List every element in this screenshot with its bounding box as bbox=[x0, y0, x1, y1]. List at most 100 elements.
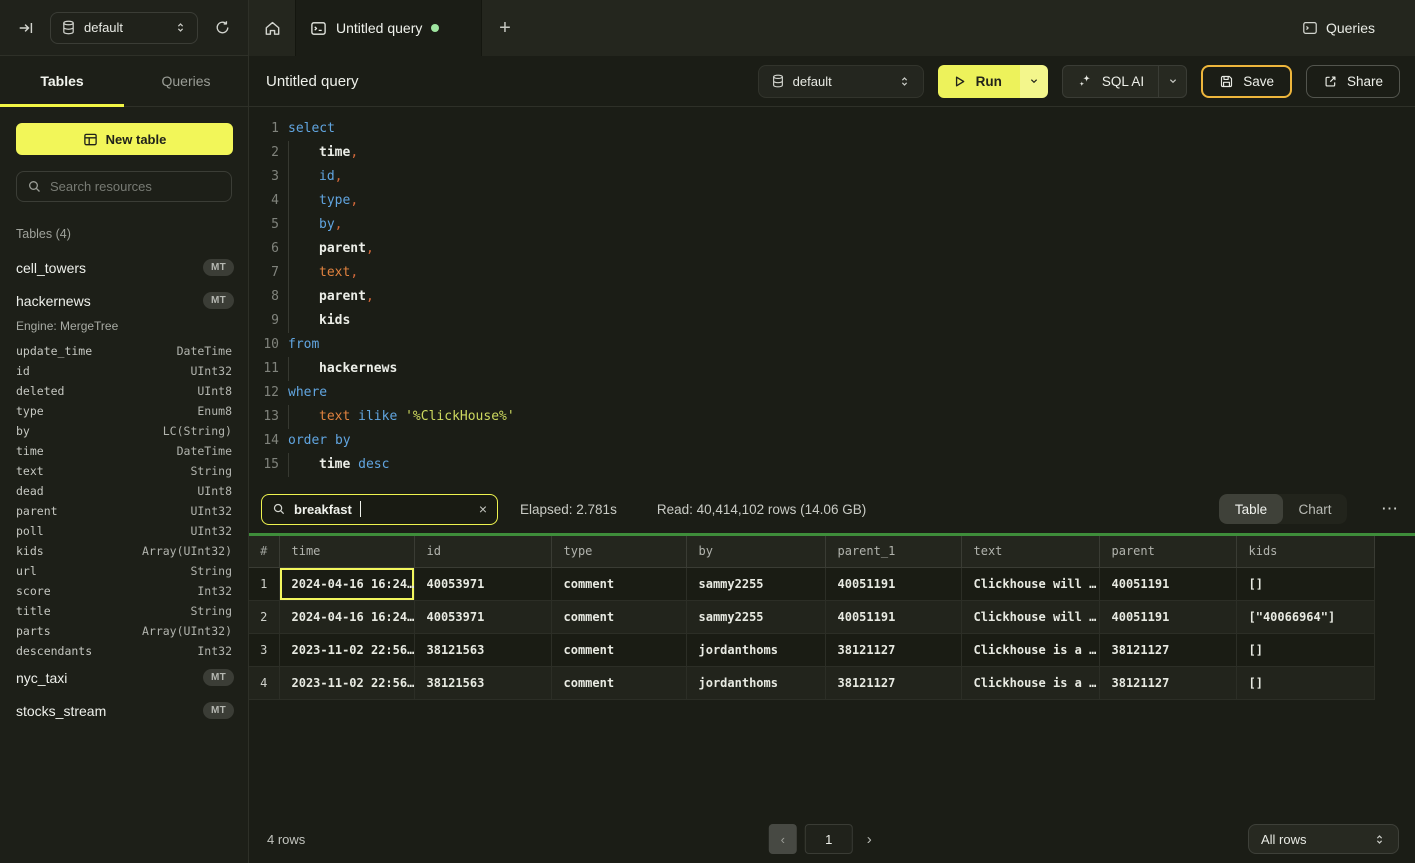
cell[interactable]: 38121127 bbox=[1099, 666, 1236, 699]
cell[interactable]: sammy2255 bbox=[686, 567, 825, 600]
cell[interactable]: Clickhouse will … bbox=[961, 600, 1099, 633]
cell[interactable]: 38121127 bbox=[825, 666, 961, 699]
cell[interactable]: [] bbox=[1236, 666, 1374, 699]
view-table-button[interactable]: Table bbox=[1219, 494, 1283, 524]
table-item[interactable]: hackernewsMT bbox=[0, 284, 248, 317]
new-tab-button[interactable]: + bbox=[482, 0, 528, 56]
editor-line[interactable]: 15time desc bbox=[249, 453, 1415, 477]
editor-line[interactable]: 8parent, bbox=[249, 285, 1415, 309]
column-item[interactable]: update_timeDateTime bbox=[0, 341, 248, 361]
column-header[interactable]: time bbox=[279, 536, 414, 567]
collapse-sidebar-button[interactable] bbox=[12, 14, 40, 42]
sql-ai-button[interactable]: SQL AI bbox=[1063, 66, 1158, 97]
cell[interactable]: jordanthoms bbox=[686, 666, 825, 699]
save-button[interactable]: Save bbox=[1201, 65, 1292, 98]
editor-line[interactable]: 1select bbox=[249, 117, 1415, 141]
queries-link[interactable]: Queries bbox=[1302, 0, 1415, 56]
new-table-button[interactable]: New table bbox=[16, 123, 233, 155]
column-item[interactable]: scoreInt32 bbox=[0, 581, 248, 601]
cell[interactable]: 38121563 bbox=[414, 666, 551, 699]
more-options-button[interactable]: ⋯ bbox=[1381, 499, 1399, 519]
editor-line[interactable]: 9kids bbox=[249, 309, 1415, 333]
prev-page-button[interactable]: ‹ bbox=[769, 824, 797, 854]
column-header[interactable]: text bbox=[961, 536, 1099, 567]
column-item[interactable]: partsArray(UInt32) bbox=[0, 621, 248, 641]
column-item[interactable]: descendantsInt32 bbox=[0, 641, 248, 661]
sql-ai-options-button[interactable] bbox=[1158, 66, 1186, 97]
toolbar-database-select[interactable]: default bbox=[758, 65, 924, 98]
editor-line[interactable]: 3id, bbox=[249, 165, 1415, 189]
editor-line[interactable]: 10from bbox=[249, 333, 1415, 357]
table-item[interactable]: stocks_streamMT bbox=[0, 694, 248, 727]
editor-line[interactable]: 2time, bbox=[249, 141, 1415, 165]
run-button[interactable]: Run bbox=[938, 65, 1020, 98]
sidebar-tab-queries[interactable]: Queries bbox=[124, 56, 248, 106]
editor-line[interactable]: 6parent, bbox=[249, 237, 1415, 261]
results-filter-input[interactable]: breakfast × bbox=[261, 494, 498, 525]
cell[interactable]: 40053971 bbox=[414, 567, 551, 600]
cell[interactable]: sammy2255 bbox=[686, 600, 825, 633]
editor-line[interactable]: 7text, bbox=[249, 261, 1415, 285]
editor-line[interactable]: 5by, bbox=[249, 213, 1415, 237]
column-header[interactable]: parent_1 bbox=[825, 536, 961, 567]
tab-untitled-query[interactable]: Untitled query bbox=[295, 0, 482, 56]
cell[interactable]: Clickhouse will … bbox=[961, 567, 1099, 600]
sidebar-database-select[interactable]: default bbox=[50, 12, 198, 44]
cell[interactable]: 40051191 bbox=[1099, 567, 1236, 600]
cell[interactable]: comment bbox=[551, 666, 686, 699]
cell[interactable]: comment bbox=[551, 567, 686, 600]
column-header[interactable]: parent bbox=[1099, 536, 1236, 567]
column-header[interactable]: # bbox=[249, 536, 279, 567]
column-item[interactable]: kidsArray(UInt32) bbox=[0, 541, 248, 561]
column-header[interactable]: kids bbox=[1236, 536, 1374, 567]
next-page-button[interactable]: › bbox=[861, 831, 878, 848]
column-item[interactable]: byLC(String) bbox=[0, 421, 248, 441]
editor-line[interactable]: 14order by bbox=[249, 429, 1415, 453]
column-item[interactable]: idUInt32 bbox=[0, 361, 248, 381]
page-number-input[interactable]: 1 bbox=[805, 824, 853, 854]
cell[interactable]: comment bbox=[551, 633, 686, 666]
cell[interactable]: comment bbox=[551, 600, 686, 633]
cell[interactable]: Clickhouse is a … bbox=[961, 666, 1099, 699]
search-resources-input[interactable] bbox=[50, 179, 226, 194]
cell[interactable]: 40053971 bbox=[414, 600, 551, 633]
column-header[interactable]: type bbox=[551, 536, 686, 567]
column-item[interactable]: textString bbox=[0, 461, 248, 481]
refresh-button[interactable] bbox=[208, 14, 236, 42]
cell[interactable]: [] bbox=[1236, 633, 1374, 666]
table-item[interactable]: cell_towersMT bbox=[0, 251, 248, 284]
editor-line[interactable]: 4type, bbox=[249, 189, 1415, 213]
view-chart-button[interactable]: Chart bbox=[1283, 494, 1347, 524]
column-item[interactable]: deletedUInt8 bbox=[0, 381, 248, 401]
clear-filter-icon[interactable]: × bbox=[479, 501, 487, 517]
cell[interactable]: 2023-11-02 22:56… bbox=[279, 666, 414, 699]
row-index[interactable]: 4 bbox=[249, 666, 279, 699]
run-options-button[interactable] bbox=[1020, 65, 1048, 98]
column-item[interactable]: pollUInt32 bbox=[0, 521, 248, 541]
cell[interactable]: 38121127 bbox=[825, 633, 961, 666]
editor-line[interactable]: 11hackernews bbox=[249, 357, 1415, 381]
cell[interactable]: 2023-11-02 22:56… bbox=[279, 633, 414, 666]
column-header[interactable]: by bbox=[686, 536, 825, 567]
cell[interactable]: ["40066964"] bbox=[1236, 600, 1374, 633]
cell[interactable]: 2024-04-16 16:24… bbox=[279, 600, 414, 633]
cell[interactable]: 38121127 bbox=[1099, 633, 1236, 666]
column-item[interactable]: parentUInt32 bbox=[0, 501, 248, 521]
home-tab[interactable] bbox=[249, 0, 295, 56]
editor-line[interactable]: 12where bbox=[249, 381, 1415, 405]
cell[interactable]: 38121563 bbox=[414, 633, 551, 666]
sql-editor[interactable]: 1select2time,3id,4type,5by,6parent,7text… bbox=[249, 107, 1415, 485]
cell[interactable]: 2024-04-16 16:24… bbox=[279, 567, 414, 600]
row-index[interactable]: 3 bbox=[249, 633, 279, 666]
cell[interactable]: 40051191 bbox=[825, 600, 961, 633]
row-index[interactable]: 2 bbox=[249, 600, 279, 633]
sidebar-search[interactable] bbox=[16, 171, 232, 202]
column-item[interactable]: titleString bbox=[0, 601, 248, 621]
column-header[interactable]: id bbox=[414, 536, 551, 567]
share-button[interactable]: Share bbox=[1306, 65, 1400, 98]
cell[interactable]: Clickhouse is a … bbox=[961, 633, 1099, 666]
column-item[interactable]: typeEnum8 bbox=[0, 401, 248, 421]
editor-line[interactable]: 13text ilike '%ClickHouse%' bbox=[249, 405, 1415, 429]
sidebar-tab-tables[interactable]: Tables bbox=[0, 56, 124, 106]
row-index[interactable]: 1 bbox=[249, 567, 279, 600]
